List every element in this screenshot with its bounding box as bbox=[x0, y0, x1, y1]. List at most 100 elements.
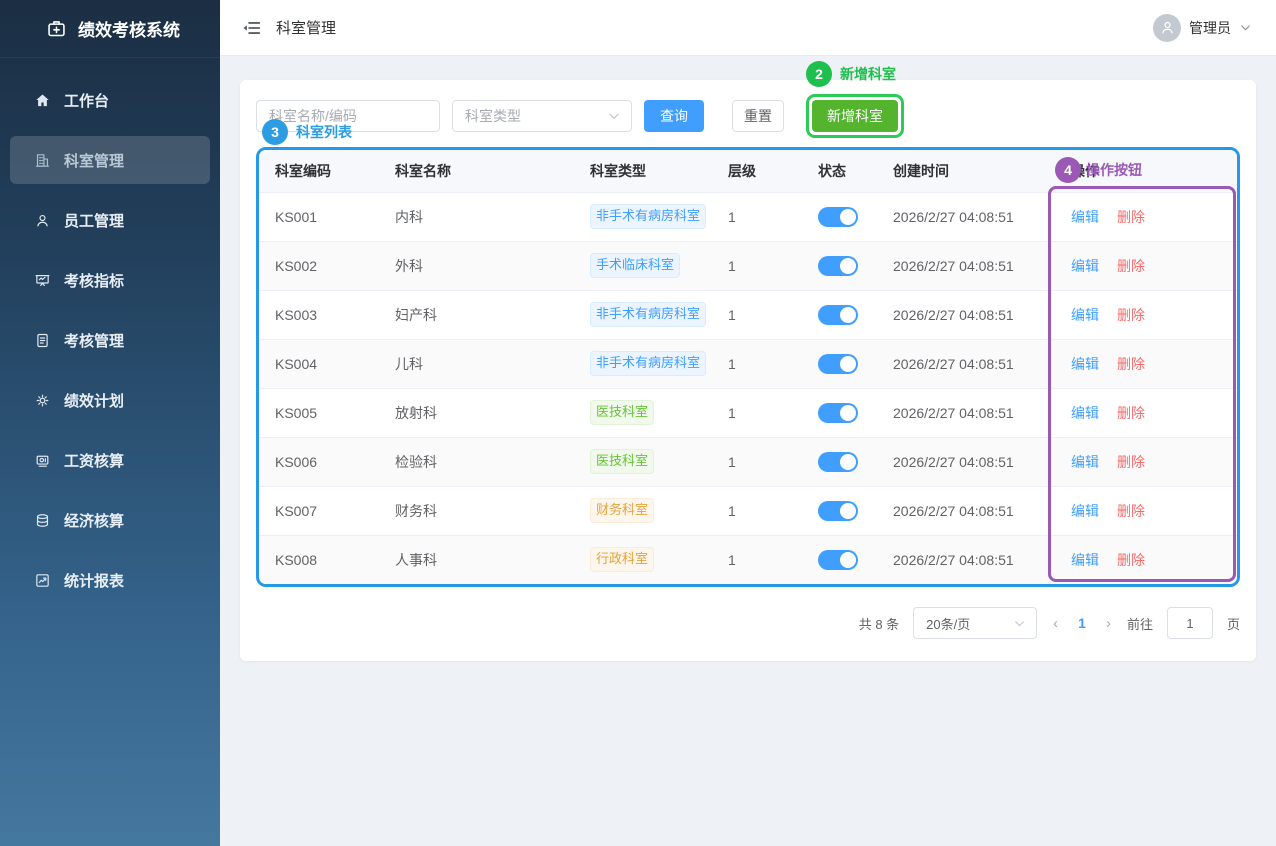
edit-link[interactable]: 编辑 bbox=[1071, 307, 1099, 323]
prev-page-icon[interactable]: ‹ bbox=[1051, 615, 1060, 632]
cell-created-time: 2026/2/27 04:08:51 bbox=[877, 339, 1055, 388]
edit-link[interactable]: 编辑 bbox=[1071, 258, 1099, 274]
cell-status bbox=[802, 192, 877, 241]
column-header: 操作 bbox=[1055, 150, 1237, 192]
delete-link[interactable]: 删除 bbox=[1117, 552, 1145, 568]
cell-created-time: 2026/2/27 04:08:51 bbox=[877, 192, 1055, 241]
chevron-down-icon bbox=[1013, 617, 1026, 630]
user-icon bbox=[1159, 19, 1176, 36]
cell-department-type: 非手术有病房科室 bbox=[574, 290, 712, 339]
main-area: 科室管理 管理员 2 新增科室 bbox=[220, 0, 1276, 846]
department-type-tag: 医技科室 bbox=[590, 400, 654, 425]
cell-created-time: 2026/2/27 04:08:51 bbox=[877, 486, 1055, 535]
status-toggle[interactable] bbox=[818, 403, 858, 423]
department-type-tag: 财务科室 bbox=[590, 498, 654, 523]
department-type-tag: 医技科室 bbox=[590, 449, 654, 474]
sidebar-item-workbench[interactable]: 工作台 bbox=[10, 76, 210, 124]
status-toggle[interactable] bbox=[818, 452, 858, 472]
column-header: 层级 bbox=[712, 150, 802, 192]
avatar bbox=[1153, 14, 1181, 42]
cell-department-type: 非手术有病房科室 bbox=[574, 339, 712, 388]
delete-link[interactable]: 删除 bbox=[1117, 258, 1145, 274]
reset-button[interactable]: 重置 bbox=[732, 100, 784, 132]
table-row: KS004儿科非手术有病房科室12026/2/27 04:08:51编辑删除 bbox=[259, 339, 1237, 388]
next-page-icon[interactable]: › bbox=[1104, 615, 1113, 632]
status-toggle[interactable] bbox=[818, 550, 858, 570]
status-toggle[interactable] bbox=[818, 305, 858, 325]
delete-link[interactable]: 删除 bbox=[1117, 454, 1145, 470]
cell-level: 1 bbox=[712, 290, 802, 339]
cell-department-type: 行政科室 bbox=[574, 535, 712, 584]
cell-actions: 编辑 删除 bbox=[1055, 535, 1237, 584]
status-toggle[interactable] bbox=[818, 207, 858, 227]
sidebar-item-performance-plan[interactable]: 绩效计划 bbox=[10, 376, 210, 424]
cell-department-code: KS005 bbox=[259, 388, 379, 437]
edit-link[interactable]: 编辑 bbox=[1071, 405, 1099, 421]
cell-department-type: 手术临床科室 bbox=[574, 241, 712, 290]
gear-icon bbox=[34, 392, 51, 409]
delete-link[interactable]: 删除 bbox=[1117, 209, 1145, 225]
cell-status bbox=[802, 388, 877, 437]
cell-department-code: KS007 bbox=[259, 486, 379, 535]
delete-link[interactable]: 删除 bbox=[1117, 356, 1145, 372]
sidebar-item-label: 工作台 bbox=[64, 90, 109, 111]
department-type-tag: 非手术有病房科室 bbox=[590, 351, 706, 376]
current-page[interactable]: 1 bbox=[1074, 615, 1090, 631]
sidebar-item-employee-mgmt[interactable]: 员工管理 bbox=[10, 196, 210, 244]
user-menu[interactable]: 管理员 bbox=[1153, 14, 1252, 42]
printer-icon bbox=[34, 452, 51, 469]
menu-fold-icon[interactable] bbox=[240, 17, 262, 39]
edit-link[interactable]: 编辑 bbox=[1071, 503, 1099, 519]
cell-department-name: 放射科 bbox=[379, 388, 574, 437]
annotation-step-2: 2 新增科室 bbox=[806, 61, 896, 87]
sidebar-item-assessment-mgmt[interactable]: 考核管理 bbox=[10, 316, 210, 364]
goto-page-input[interactable] bbox=[1167, 607, 1213, 639]
user-icon bbox=[34, 212, 51, 229]
sidebar-item-economic-accounting[interactable]: 经济核算 bbox=[10, 496, 210, 544]
cell-department-code: KS004 bbox=[259, 339, 379, 388]
delete-link[interactable]: 删除 bbox=[1117, 503, 1145, 519]
table-row: KS003妇产科非手术有病房科室12026/2/27 04:08:51编辑删除 bbox=[259, 290, 1237, 339]
content: 2 新增科室 3 科室列表 科室类型 查询 重置 新 bbox=[220, 56, 1276, 846]
cell-actions: 编辑 删除 bbox=[1055, 192, 1237, 241]
building-icon bbox=[34, 152, 51, 169]
sidebar-item-statistic-reports[interactable]: 统计报表 bbox=[10, 556, 210, 604]
edit-link[interactable]: 编辑 bbox=[1071, 552, 1099, 568]
cell-level: 1 bbox=[712, 339, 802, 388]
column-header: 科室名称 bbox=[379, 150, 574, 192]
table-row: KS002外科手术临床科室12026/2/27 04:08:51编辑删除 bbox=[259, 241, 1237, 290]
cell-created-time: 2026/2/27 04:08:51 bbox=[877, 535, 1055, 584]
status-toggle[interactable] bbox=[818, 354, 858, 374]
cell-level: 1 bbox=[712, 535, 802, 584]
edit-link[interactable]: 编辑 bbox=[1071, 209, 1099, 225]
page-size-select[interactable]: 20条/页 bbox=[913, 607, 1037, 639]
sidebar-item-salary-accounting[interactable]: 工资核算 bbox=[10, 436, 210, 484]
annotation-badge-2: 2 bbox=[806, 61, 832, 87]
search-input[interactable] bbox=[256, 100, 440, 132]
status-toggle[interactable] bbox=[818, 501, 858, 521]
table-row: KS001内科非手术有病房科室12026/2/27 04:08:51编辑删除 bbox=[259, 192, 1237, 241]
sidebar-item-kpi-indicators[interactable]: 考核指标 bbox=[10, 256, 210, 304]
table-row: KS006检验科医技科室12026/2/27 04:08:51编辑删除 bbox=[259, 437, 1237, 486]
page-size-value: 20条/页 bbox=[926, 614, 970, 633]
query-button[interactable]: 查询 bbox=[644, 100, 704, 132]
delete-link[interactable]: 删除 bbox=[1117, 405, 1145, 421]
type-select[interactable]: 科室类型 bbox=[452, 100, 632, 132]
edit-link[interactable]: 编辑 bbox=[1071, 454, 1099, 470]
edit-link[interactable]: 编辑 bbox=[1071, 356, 1099, 372]
status-toggle[interactable] bbox=[818, 256, 858, 276]
cell-department-type: 医技科室 bbox=[574, 388, 712, 437]
cell-department-code: KS002 bbox=[259, 241, 379, 290]
cell-status bbox=[802, 290, 877, 339]
cell-level: 1 bbox=[712, 388, 802, 437]
type-select-placeholder: 科室类型 bbox=[465, 106, 521, 126]
sidebar-item-department-mgmt[interactable]: 科室管理 bbox=[10, 136, 210, 184]
search-toolbar: 科室类型 查询 重置 新增科室 bbox=[256, 100, 1240, 132]
cell-status bbox=[802, 535, 877, 584]
delete-link[interactable]: 删除 bbox=[1117, 307, 1145, 323]
cell-department-code: KS003 bbox=[259, 290, 379, 339]
table-annotation-outline: 科室编码科室名称科室类型层级状态创建时间操作 KS001内科非手术有病房科室12… bbox=[256, 147, 1240, 587]
table-row: KS008人事科行政科室12026/2/27 04:08:51编辑删除 bbox=[259, 535, 1237, 584]
add-department-button[interactable]: 新增科室 bbox=[812, 100, 898, 132]
topbar: 科室管理 管理员 bbox=[220, 0, 1276, 56]
